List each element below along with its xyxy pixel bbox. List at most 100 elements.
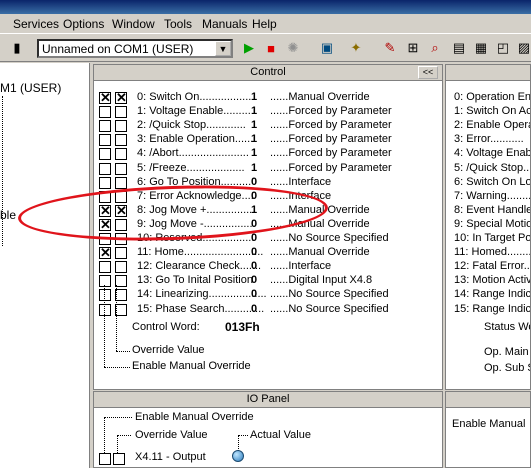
io-override-connector (117, 435, 131, 436)
toolbar-partial-icon[interactable]: ▮ (8, 39, 26, 57)
override-value-checkbox[interactable] (115, 134, 127, 146)
enable-override-checkbox[interactable] (99, 134, 111, 146)
override-value-checkbox[interactable] (115, 148, 127, 160)
control-panel-header: Control << (94, 65, 442, 81)
status-bit-label: 5: /Quick Stop... (454, 162, 531, 174)
enable-override-checkbox[interactable] (99, 289, 111, 301)
override-value-checkbox[interactable] (115, 120, 127, 132)
control-bit-label: 1: Voltage Enable......... (137, 105, 251, 117)
edit-icon[interactable]: ▨ (515, 39, 531, 57)
panel-icon[interactable]: ▤ (450, 39, 468, 57)
enable-override-checkbox[interactable]: ✕ (99, 246, 111, 259)
control-panel-title: Control (250, 66, 286, 78)
device-tree-item[interactable]: M1 (USER) (0, 81, 61, 95)
control-bit-value: 0 (251, 303, 258, 315)
device-icon[interactable]: ▣ (318, 39, 336, 57)
enable-override-checkbox[interactable] (99, 177, 111, 189)
control-bit-label: 0: Switch On................. (137, 91, 252, 103)
io-right-enable-label: Enable Manual (452, 418, 526, 430)
enable-override-checkbox[interactable]: ✕ (99, 91, 111, 104)
status-word-label: Status Wo (484, 321, 531, 333)
enable-override-checkbox[interactable] (99, 120, 111, 132)
control-bit-source: ......No Source Specified (270, 288, 389, 300)
menu-manuals[interactable]: Manuals (202, 17, 247, 31)
status-bit-label: 6: Switch On Lo (454, 176, 531, 188)
io-panel-header: IO Panel (94, 392, 442, 408)
enable-override-checkbox[interactable] (99, 163, 111, 175)
io-override-checkbox[interactable] (113, 453, 125, 465)
collapse-button[interactable]: << (418, 66, 438, 79)
io-panel-right-header (446, 392, 530, 408)
window-icon[interactable]: ◰ (494, 39, 512, 57)
override-value-label: Override Value (132, 344, 205, 356)
override-value-checkbox[interactable] (115, 261, 127, 273)
control-bit-value: 1 (251, 119, 258, 131)
chevron-down-icon[interactable]: ▼ (215, 41, 231, 56)
control-bit-label: 15: Phase Search............. (137, 303, 265, 315)
toolbar: ▮ Unnamed on COM1 (USER) ▼ ▶ ■ ✺ ▣ ✦ ✎ ⊞… (0, 34, 531, 62)
menu-options[interactable]: Options (63, 17, 104, 31)
menu-tools[interactable]: Tools (164, 17, 192, 31)
device-tree-partial-label: ble (0, 208, 17, 222)
io-actual-value-label: Actual Value (250, 429, 311, 441)
status-bit-label: 9: Special Motio (454, 218, 531, 230)
enable-override-checkbox[interactable] (99, 304, 111, 316)
status-bit-label: 8: Event Handle (454, 204, 531, 216)
control-word-label: Control Word: (132, 321, 200, 333)
override-value-checkbox[interactable] (115, 106, 127, 118)
status-panel-header (446, 65, 530, 81)
control-bit-source: ......No Source Specified (270, 303, 389, 315)
control-word-value: 013Fh (225, 320, 260, 334)
enable-override-connector (104, 367, 130, 368)
control-bit-value: 1 (251, 105, 258, 117)
enable-override-checkbox[interactable] (99, 148, 111, 160)
io-panel: IO Panel Enable Manual Override Override… (93, 391, 443, 468)
io-enable-checkbox[interactable] (99, 453, 111, 465)
device-select[interactable]: Unnamed on COM1 (USER) ▼ (37, 39, 233, 58)
control-bit-label: 4: /Abort....................... (137, 147, 249, 159)
run-icon[interactable]: ▶ (240, 39, 258, 57)
scope-icon[interactable]: ⊞ (404, 39, 422, 57)
menu-window[interactable]: Window (112, 17, 155, 31)
search-icon[interactable]: ⌕ (426, 39, 444, 57)
status-bit-label: 13: Motion Activ (454, 274, 531, 286)
io-enable-manual-override-label: Enable Manual Override (135, 411, 254, 423)
reset-icon[interactable]: ✺ (284, 39, 302, 57)
control-bit-label: 5: /Freeze................... (137, 162, 245, 174)
title-bar (0, 0, 531, 14)
control-bit-source: ......Forced by Parameter (270, 162, 392, 174)
control-bit-label: 13: Go To Inital Position (137, 274, 253, 286)
control-bit-label: 2: /Quick Stop............. (137, 119, 246, 131)
control-bit-label: 14: Linearizing................... (137, 288, 267, 300)
control-bit-source: ......Forced by Parameter (270, 133, 392, 145)
status-bit-label: 12: Fatal Error.... (454, 260, 531, 272)
enable-override-checkbox[interactable] (99, 275, 111, 287)
control-bit-label: 3: Enable Operation...... (137, 133, 254, 145)
device-select-value: Unnamed on COM1 (USER) (42, 42, 194, 56)
control-bit-source: ......Interface (270, 260, 332, 272)
status-bit-label: 1: Switch On Ac (454, 105, 531, 117)
control-bit-label: 12: Clearance Check....... (137, 260, 262, 272)
control-bit-source: ......Digital Input X4.8 (270, 274, 373, 286)
wand-icon[interactable]: ✦ (347, 39, 365, 57)
device-tree: M1 (USER) ble (0, 63, 90, 468)
enable-override-checkbox[interactable] (99, 106, 111, 118)
io-panel-right: Enable Manual (445, 391, 531, 468)
control-bit-source: ......Forced by Parameter (270, 119, 392, 131)
status-panel: 0: Operation Ena 1: Switch On Ac 2: Enable… (445, 64, 531, 390)
menu-help[interactable]: Help (252, 17, 277, 31)
enable-override-checkbox[interactable] (99, 261, 111, 273)
io-override-line (117, 435, 118, 453)
override-value-checkbox[interactable] (115, 163, 127, 175)
status-bit-label: 7: Warning........... (454, 190, 531, 202)
menu-services[interactable]: Services (13, 17, 59, 31)
pin-icon[interactable]: ✎ (381, 39, 399, 57)
override-value-checkbox[interactable] (115, 247, 127, 259)
override-value-checkbox[interactable]: ✕ (115, 91, 127, 104)
control-bit-value: 0 (251, 288, 258, 300)
override-value-checkbox[interactable] (115, 177, 127, 189)
stop-icon[interactable]: ■ (262, 39, 280, 57)
control-bit-value: 0 (251, 232, 258, 244)
grid-icon[interactable]: ▦ (472, 39, 490, 57)
status-bit-label: 10: In Target Po (454, 232, 531, 244)
